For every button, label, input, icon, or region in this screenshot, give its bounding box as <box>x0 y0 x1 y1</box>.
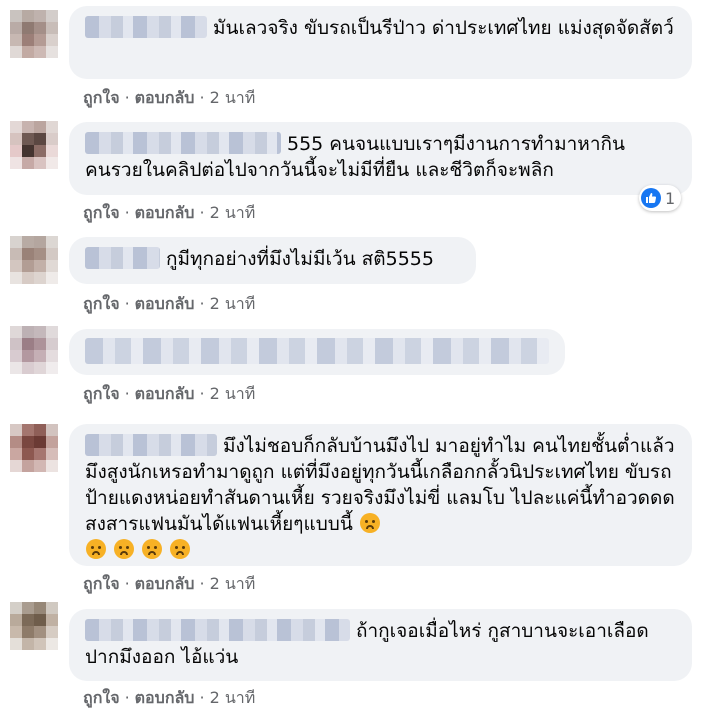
avatar[interactable] <box>10 10 58 58</box>
angry-face-icon <box>142 539 163 559</box>
comment-bubble <box>69 329 565 375</box>
commenter-name[interactable] <box>85 619 350 641</box>
comment-bubble: มึงไม่ชอบก็กลับบ้านมึงไป มาอยู่ทำไม คนไท… <box>69 424 692 566</box>
avatar[interactable] <box>10 236 58 284</box>
separator: · <box>124 574 130 593</box>
angry-face-icon <box>86 539 106 559</box>
like-link[interactable]: ถูกใจ <box>83 384 120 403</box>
comment-text: กูมีทุกอย่างที่มึงไม่มีเว้น สติ5555 <box>166 248 434 270</box>
comment-actions: ถูกใจ · ตอบกลับ · 2 นาที <box>83 572 255 597</box>
like-link[interactable]: ถูกใจ <box>83 88 120 107</box>
separator: · <box>199 574 205 593</box>
commenter-name[interactable] <box>85 434 217 456</box>
comment-actions: ถูกใจ · ตอบกลับ · 2 นาที <box>83 382 255 407</box>
timestamp[interactable]: 2 นาที <box>210 88 256 107</box>
timestamp[interactable]: 2 นาที <box>210 688 256 707</box>
comment-text-redacted <box>85 338 549 364</box>
like-link[interactable]: ถูกใจ <box>83 688 120 707</box>
comment-bubble: 555 คนจนแบบเราๆมีงานการทำมาหากินคนรวยในค… <box>69 122 692 195</box>
comment-actions: ถูกใจ · ตอบกลับ · 2 นาที <box>83 292 255 317</box>
reply-link[interactable]: ตอบกลับ <box>135 294 195 313</box>
reaction-count: 1 <box>665 188 676 208</box>
separator: · <box>124 294 130 313</box>
comment-bubble: กูมีทุกอย่างที่มึงไม่มีเว้น สติ5555 <box>69 237 476 284</box>
comment-actions: ถูกใจ · ตอบกลับ · 2 นาที <box>83 86 255 111</box>
timestamp[interactable]: 2 นาที <box>210 203 256 222</box>
comment-bubble: ถ้ากูเจอเมื่อไหร่ กูสาบานจะเอาเลือดปากมึ… <box>69 609 692 681</box>
reply-link[interactable]: ตอบกลับ <box>135 688 195 707</box>
like-link[interactable]: ถูกใจ <box>83 203 120 222</box>
timestamp[interactable]: 2 นาที <box>210 294 256 313</box>
avatar[interactable] <box>10 424 58 472</box>
reply-link[interactable]: ตอบกลับ <box>135 88 195 107</box>
separator: · <box>124 203 130 222</box>
angry-face-icon <box>359 513 380 533</box>
separator: · <box>124 688 130 707</box>
angry-face-icon <box>170 539 191 559</box>
avatar[interactable] <box>10 121 58 169</box>
separator: · <box>199 294 205 313</box>
comment-actions: ถูกใจ · ตอบกลับ · 2 นาที <box>83 201 255 226</box>
separator: · <box>124 88 130 107</box>
separator: · <box>199 203 205 222</box>
comment-actions: ถูกใจ · ตอบกลับ · 2 นาที <box>83 686 255 711</box>
timestamp[interactable]: 2 นาที <box>210 574 256 593</box>
avatar[interactable] <box>10 326 58 374</box>
comment-bubble: มันเลวจริง ขับรถเป็นรีป่าว ด่าประเทศไทย … <box>69 6 692 79</box>
separator: · <box>199 384 205 403</box>
separator: · <box>124 384 130 403</box>
like-link[interactable]: ถูกใจ <box>83 294 120 313</box>
avatar[interactable] <box>10 602 58 650</box>
reaction-badge[interactable]: 1 <box>639 185 682 211</box>
commenter-name[interactable] <box>85 16 207 38</box>
commenter-name[interactable] <box>85 132 281 154</box>
reply-link[interactable]: ตอบกลับ <box>135 574 195 593</box>
reply-link[interactable]: ตอบกลับ <box>135 384 195 403</box>
separator: · <box>199 88 205 107</box>
angry-face-icon <box>114 539 135 559</box>
like-thumb-icon <box>641 188 661 208</box>
timestamp[interactable]: 2 นาที <box>210 384 256 403</box>
separator: · <box>199 688 205 707</box>
reply-link[interactable]: ตอบกลับ <box>135 203 195 222</box>
like-link[interactable]: ถูกใจ <box>83 574 120 593</box>
comment-text: มันเลวจริง ขับรถเป็นรีป่าว ด่าประเทศไทย … <box>213 17 674 39</box>
commenter-name[interactable] <box>85 247 160 269</box>
